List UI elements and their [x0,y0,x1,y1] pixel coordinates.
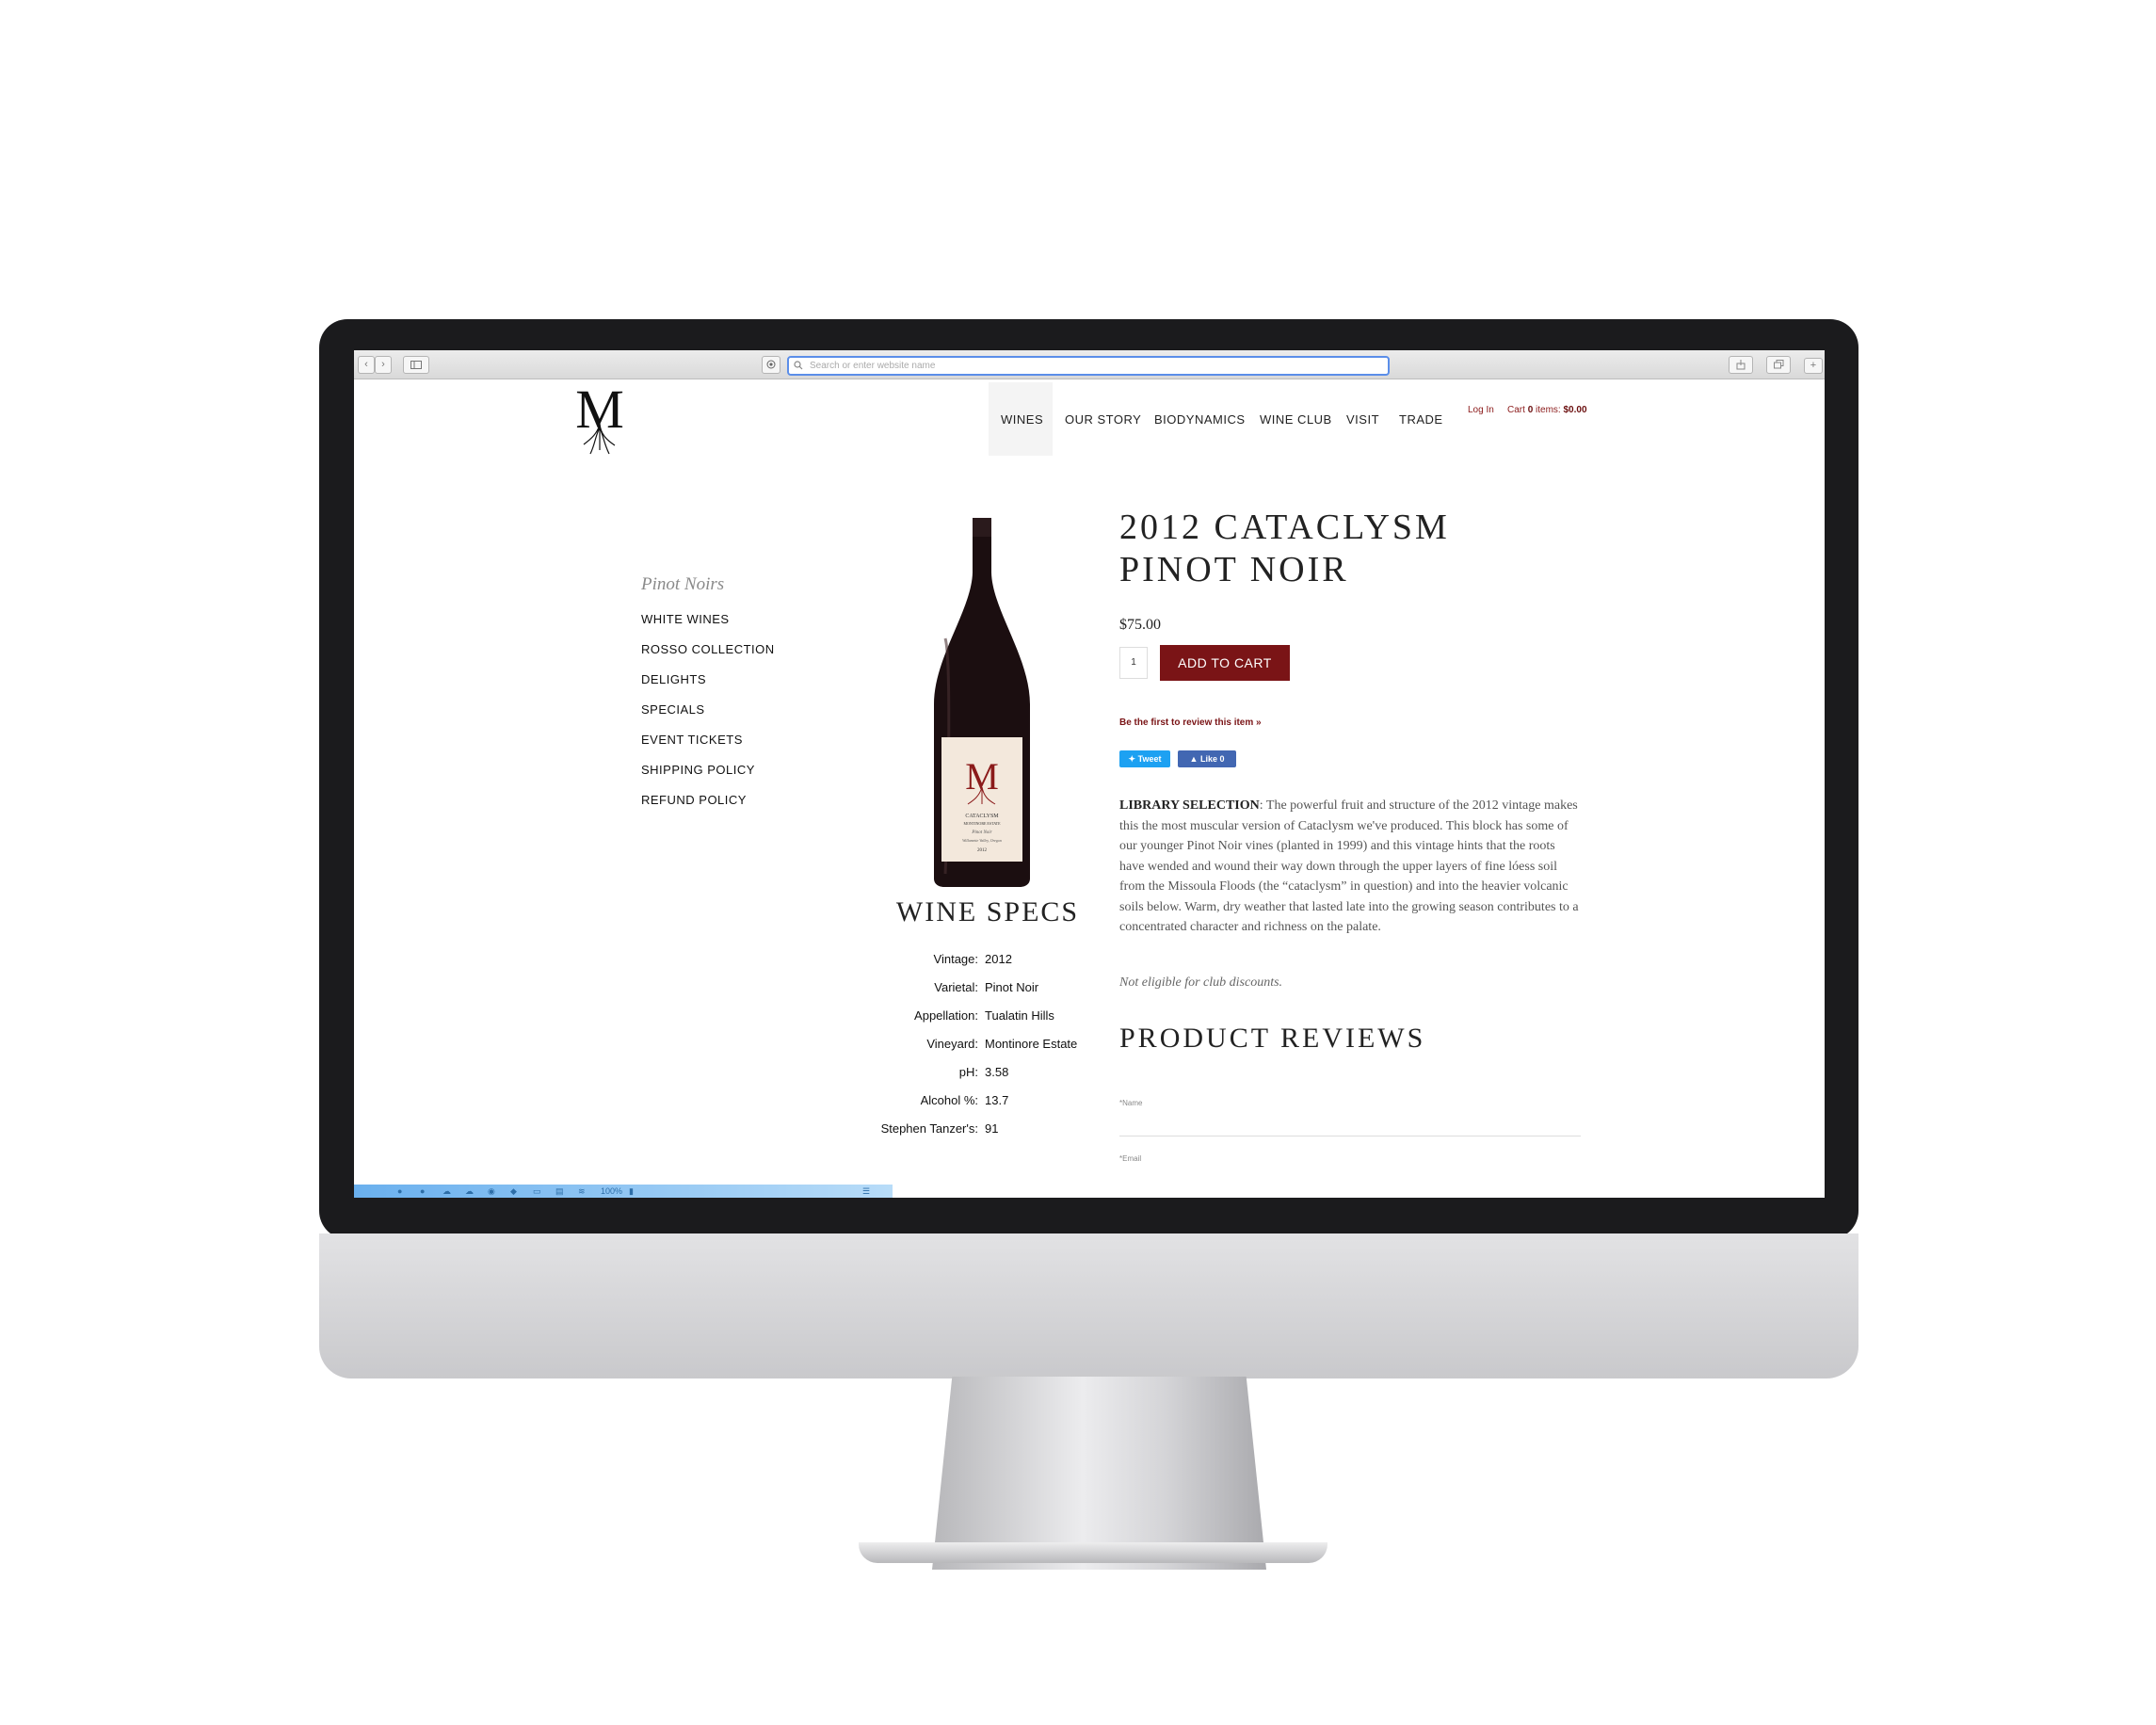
site-logo[interactable]: M [571,382,629,458]
cart-link[interactable]: Cart 0 items: $0.00 [1507,405,1587,415]
new-tab-button[interactable]: + [1804,358,1823,374]
spec-label: Appellation: [914,1008,978,1023]
spec-value: 2012 [985,952,1012,966]
spec-value: 3.58 [985,1065,1009,1079]
description-lead: LIBRARY SELECTION [1119,798,1260,813]
privacy-button[interactable] [762,356,780,374]
nav-wine-club[interactable]: WINE CLUB [1260,412,1332,427]
privacy-icon [766,360,776,369]
monitor-stand [932,1377,1266,1570]
product-title: 2012 CATACLYSM PINOT NOIR [1119,507,1450,591]
battery-level: 100% [601,1186,623,1196]
sidebar-item-shipping-policy[interactable]: SHIPPING POLICY [641,763,755,777]
printer-icon[interactable]: ▤ [555,1185,564,1197]
wifi-icon[interactable]: ≋ [578,1185,586,1197]
wine-bottle-image: M CATACLYSM MONTINORE ESTATE Pinot Noir … [934,518,1030,887]
back-button[interactable]: ‹ [358,356,375,374]
nav-wines[interactable]: WINES [1001,412,1043,427]
spec-value: Tualatin Hills [985,1008,1054,1023]
twitter-icon: ✦ [1128,754,1136,764]
cloud-icon[interactable]: ☁ [442,1185,451,1197]
sidebar-item-delights[interactable]: DELIGHTS [641,672,706,686]
monitor-foot [859,1542,1327,1563]
puzzle-icon[interactable]: ◆ [510,1185,517,1197]
forward-button[interactable]: › [375,356,392,374]
address-bar[interactable]: Search or enter website name [787,356,1390,376]
spec-label: Stephen Tanzer's: [880,1121,978,1136]
bottle-estate: MONTINORE ESTATE [963,821,1001,826]
cart-label: Cart [1507,405,1525,415]
product-title-line1: 2012 CATACLYSM [1119,508,1450,547]
sidebar-item-event-tickets[interactable]: EVENT TICKETS [641,733,743,747]
like-label: Like 0 [1199,754,1225,764]
eye-icon[interactable]: ◉ [488,1185,495,1197]
bottle-varietal: Pinot Noir [971,830,991,835]
review-link[interactable]: Be the first to review this item » [1119,717,1262,728]
list-icon[interactable]: ☰ [862,1185,870,1197]
description-body: : The powerful fruit and structure of th… [1119,798,1579,934]
review-email-label: *Email [1119,1154,1142,1163]
battery-icon: ▮ [629,1186,634,1196]
search-icon [794,361,803,370]
spec-label: pH: [958,1065,978,1079]
nav-our-story[interactable]: OUR STORY [1065,412,1141,427]
club-discount-note: Not eligible for club discounts. [1119,975,1283,990]
sidebar-item-refund-policy[interactable]: REFUND POLICY [641,793,747,807]
product-reviews-title: PRODUCT REVIEWS [1119,1023,1426,1054]
cart-count: 0 [1527,405,1534,415]
facebook-like-button[interactable]: ▲ Like 0 [1178,750,1236,767]
address-placeholder: Search or enter website name [810,361,936,371]
spec-value: 13.7 [985,1093,1009,1107]
add-to-cart-button[interactable]: ADD TO CART [1160,645,1290,681]
spec-label: Vineyard: [926,1037,978,1051]
sidebar-toggle-button[interactable] [403,356,429,374]
browser-toolbar: ‹ › Search or enter website name + [354,350,1825,379]
review-name-field[interactable] [1119,1136,1581,1137]
share-icon [1736,360,1746,370]
spec-label: Vintage: [933,952,978,966]
sidebar-item-white-wines[interactable]: WHITE WINES [641,612,730,626]
review-name-label: *Name [1119,1099,1143,1107]
product-price: $75.00 [1119,617,1161,633]
sidebar-item-specials[interactable]: SPECIALS [641,702,705,717]
spec-label: Varietal: [934,980,978,994]
sidebar-title[interactable]: Pinot Noirs [641,574,724,595]
spec-label: Alcohol %: [920,1093,978,1107]
share-button[interactable] [1729,356,1753,374]
cloud-icon[interactable]: ☁ [465,1185,474,1197]
cart-total: $0.00 [1563,405,1587,415]
spec-value: Pinot Noir [985,980,1039,994]
tweet-label: Tweet [1137,754,1162,764]
status-icon[interactable]: ● [420,1185,425,1197]
nav-biodynamics[interactable]: BIODYNAMICS [1154,412,1246,427]
display-icon[interactable]: ▭ [533,1185,541,1197]
spec-value: 91 [985,1121,999,1136]
tweet-button[interactable]: ✦ Tweet [1119,750,1170,767]
cart-items-label: items: [1536,405,1561,415]
screen: ‹ › Search or enter website name + M WIN… [354,350,1825,1198]
thumbs-up-icon: ▲ [1189,754,1199,764]
nav-visit[interactable]: VISIT [1346,412,1379,427]
status-icon[interactable]: ● [397,1185,402,1197]
product-description: LIBRARY SELECTION: The powerful fruit an… [1119,796,1581,938]
quantity-input[interactable]: 1 [1119,647,1148,679]
sidebar-icon [410,361,422,369]
wine-specs-title: WINE SPECS [895,896,1080,927]
product-title-line2: PINOT NOIR [1119,550,1349,589]
bottle-name: CATACLYSM [965,814,999,819]
monitor-chin [319,1233,1858,1378]
login-link[interactable]: Log In [1468,405,1494,415]
spec-value: Montinore Estate [985,1037,1078,1051]
sidebar-item-rosso-collection[interactable]: ROSSO COLLECTION [641,642,775,656]
nav-trade[interactable]: TRADE [1399,412,1443,427]
tabs-button[interactable] [1766,356,1791,374]
tabs-icon [1773,360,1783,369]
bottle-year: 2012 [977,848,988,853]
taskbar: ● ● ☁ ☁ ◉ ◆ ▭ ▤ ≋ 100% ▮ ☰ [354,1185,893,1198]
